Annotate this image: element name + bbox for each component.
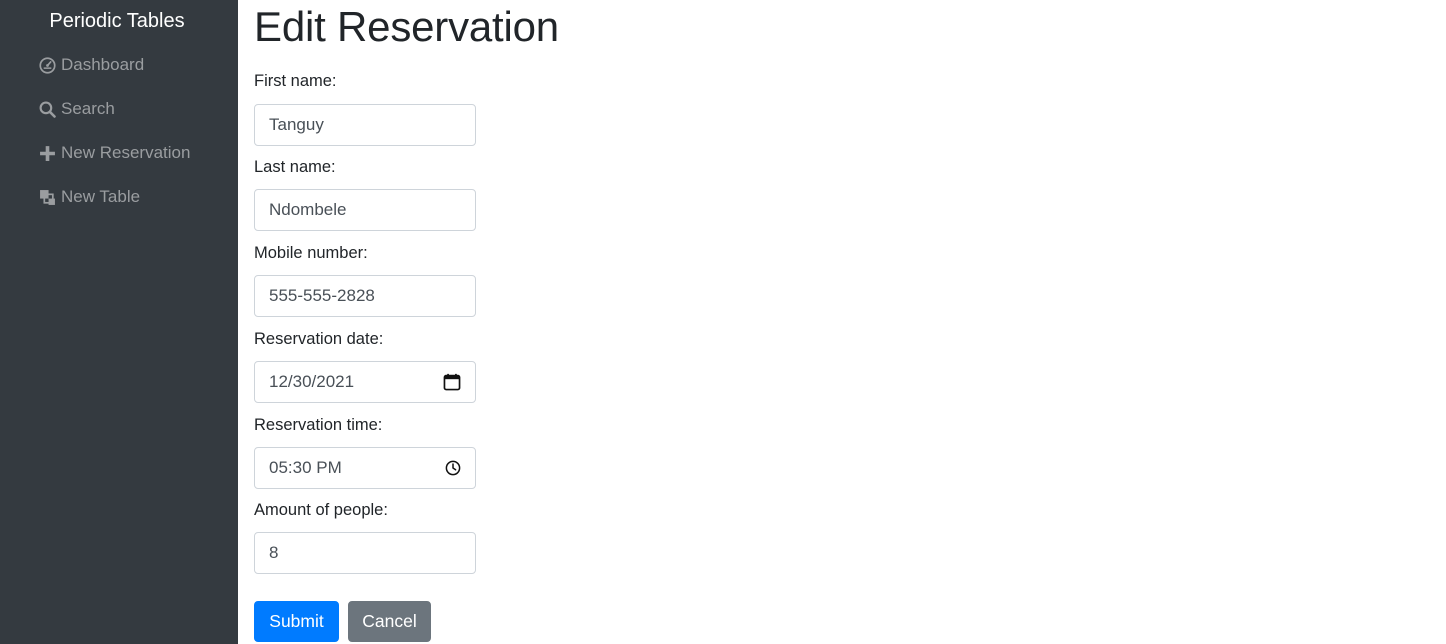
first-name-input[interactable] <box>269 115 461 135</box>
search-icon <box>38 100 56 118</box>
brand-title[interactable]: Periodic Tables <box>0 8 234 34</box>
sidebar-item-label: Search <box>61 99 115 118</box>
sidebar-item-new-reservation[interactable]: New Reservation <box>38 141 190 165</box>
sidebar-item-search[interactable]: Search <box>38 97 115 121</box>
first-name-label: First name: <box>254 72 337 90</box>
sidebar-item-new-table[interactable]: New Table <box>38 185 140 209</box>
reservation-date-value[interactable]: 12/30/2021 <box>269 372 354 392</box>
dashboard-icon <box>38 56 56 74</box>
clock-icon[interactable] <box>445 460 461 476</box>
reservation-time-label: Reservation time: <box>254 416 383 434</box>
people-field[interactable] <box>254 532 476 574</box>
layers-icon <box>38 188 56 206</box>
first-name-field[interactable] <box>254 104 476 146</box>
reservation-time-value[interactable]: 05:30 PM <box>269 458 342 478</box>
sidebar: Periodic Tables Dashboard Search New Res… <box>0 0 238 644</box>
sidebar-item-label: New Reservation <box>61 143 191 162</box>
reservation-time-field[interactable]: 05:30 PM <box>254 447 476 489</box>
mobile-number-label: Mobile number: <box>254 244 368 262</box>
sidebar-item-label: New Table <box>61 187 141 206</box>
reservation-date-label: Reservation date: <box>254 330 384 348</box>
calendar-icon[interactable] <box>443 373 461 391</box>
cancel-button[interactable]: Cancel <box>348 601 431 642</box>
people-input[interactable] <box>269 543 461 563</box>
sidebar-item-dashboard[interactable]: Dashboard <box>38 53 144 77</box>
mobile-number-field[interactable] <box>254 275 476 317</box>
plus-icon <box>38 144 56 162</box>
last-name-input[interactable] <box>269 200 461 220</box>
last-name-field[interactable] <box>254 189 476 231</box>
sidebar-item-label: Dashboard <box>61 55 145 74</box>
reservation-date-field[interactable]: 12/30/2021 <box>254 361 476 403</box>
last-name-label: Last name: <box>254 158 336 176</box>
mobile-number-input[interactable] <box>269 286 461 306</box>
submit-button[interactable]: Submit <box>254 601 339 642</box>
page-title: Edit Reservation <box>254 3 559 50</box>
people-label: Amount of people: <box>254 501 388 519</box>
